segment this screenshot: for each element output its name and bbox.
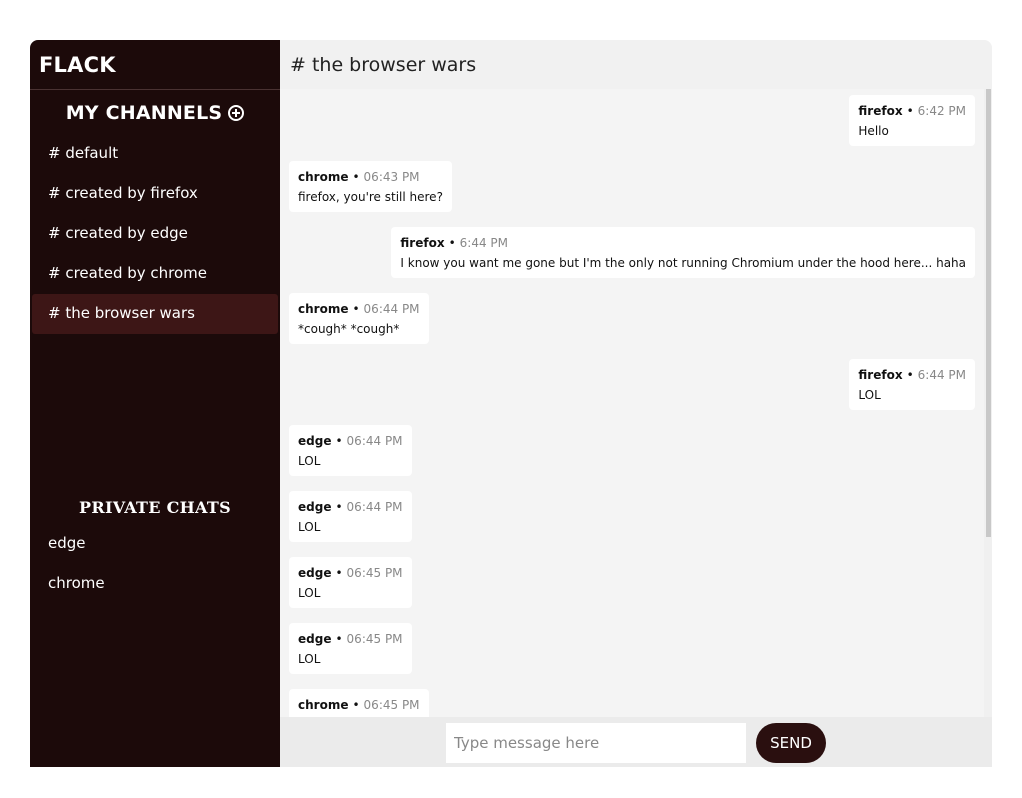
message-time: 06:45 PM xyxy=(346,632,403,646)
message-row: edge • 06:45 PM LOL xyxy=(289,617,975,683)
sidebar-channel-item[interactable]: # created by chrome xyxy=(32,254,278,294)
message-text: firefox, you're still here? xyxy=(298,190,443,204)
composer: SEND xyxy=(280,717,992,767)
sidebar: FLACK MY CHANNELS # default # created by … xyxy=(30,40,280,767)
separator-dot: • xyxy=(335,500,343,514)
message-text: LOL xyxy=(858,388,881,402)
sidebar-channel-item[interactable]: # created by edge xyxy=(32,214,278,254)
message-text: LOL xyxy=(298,520,321,534)
message-bubble: firefox • 6:44 PM I know you want me gone b… xyxy=(391,227,975,278)
message-author: firefox xyxy=(400,236,445,250)
message-text: *cough* *cough* xyxy=(298,322,400,336)
message-time: 6:44 PM xyxy=(917,368,966,382)
separator-dot: • xyxy=(448,236,456,250)
message-row: chrome • 06:44 PM *cough* *cough* xyxy=(289,287,975,353)
message-input[interactable] xyxy=(446,723,746,763)
message-row: chrome • 06:45 PM xyxy=(289,683,975,717)
message-meta: chrome • 06:44 PM xyxy=(298,302,420,316)
chat-main: # the browser wars firefox • 6:42 PM Hello c… xyxy=(280,40,992,767)
channel-title: # the browser wars xyxy=(280,40,992,89)
message-author: firefox xyxy=(858,368,903,382)
message-bubble: chrome • 06:44 PM *cough* *cough* xyxy=(289,293,429,344)
send-button[interactable]: SEND xyxy=(756,723,826,763)
message-meta: firefox • 6:42 PM xyxy=(858,104,966,118)
separator-dot: • xyxy=(906,368,914,382)
message-time: 06:44 PM xyxy=(346,434,403,448)
brand-logo: FLACK xyxy=(30,40,280,90)
message-time: 06:44 PM xyxy=(346,500,403,514)
message-author: chrome xyxy=(298,302,349,316)
message-bubble: chrome • 06:45 PM xyxy=(289,689,429,717)
message-author: chrome xyxy=(298,698,349,712)
separator-dot: • xyxy=(352,302,360,316)
separator-dot: • xyxy=(335,434,343,448)
message-row: firefox • 6:44 PM I know you want me gone b… xyxy=(289,221,975,287)
private-chat-list: edge chrome xyxy=(30,523,280,603)
message-time: 06:44 PM xyxy=(363,302,420,316)
message-row: edge • 06:45 PM LOL xyxy=(289,551,975,617)
message-meta: edge • 06:44 PM xyxy=(298,500,403,514)
message-time: 06:43 PM xyxy=(363,170,420,184)
message-bubble: edge • 06:45 PM LOL xyxy=(289,557,412,608)
message-author: edge xyxy=(298,632,332,646)
channel-list: # default # created by firefox # created b… xyxy=(30,134,280,334)
message-author: chrome xyxy=(298,170,349,184)
message-author: edge xyxy=(298,434,332,448)
separator-dot: • xyxy=(352,698,360,712)
private-chats-title: PRIVATE CHATS xyxy=(79,498,231,517)
sidebar-channel-item[interactable]: # default xyxy=(32,134,278,174)
scrollbar-thumb[interactable] xyxy=(986,89,991,537)
sidebar-channel-item[interactable]: # the browser wars xyxy=(32,294,278,334)
app-window: FLACK MY CHANNELS # default # created by … xyxy=(30,40,992,767)
message-text: LOL xyxy=(298,652,321,666)
message-meta: edge • 06:44 PM xyxy=(298,434,403,448)
add-channel-icon[interactable] xyxy=(228,105,245,121)
message-bubble: firefox • 6:44 PM LOL xyxy=(849,359,975,410)
channels-title: MY CHANNELS xyxy=(65,102,223,124)
message-text: LOL xyxy=(298,454,321,468)
channels-header: MY CHANNELS xyxy=(30,100,280,126)
separator-dot: • xyxy=(335,632,343,646)
message-author: edge xyxy=(298,566,332,580)
message-author: firefox xyxy=(858,104,903,118)
message-bubble: chrome • 06:43 PM firefox, you're still her… xyxy=(289,161,452,212)
message-bubble: edge • 06:44 PM LOL xyxy=(289,491,412,542)
message-time: 6:44 PM xyxy=(459,236,508,250)
message-bubble: firefox • 6:42 PM Hello xyxy=(849,95,975,146)
message-meta: edge • 06:45 PM xyxy=(298,566,403,580)
message-list: firefox • 6:42 PM Hello chrome • 06:43 PM firef… xyxy=(280,89,992,717)
message-meta: chrome • 06:45 PM xyxy=(298,698,420,712)
message-time: 06:45 PM xyxy=(363,698,420,712)
message-meta: firefox • 6:44 PM xyxy=(400,236,966,250)
message-row: edge • 06:44 PM LOL xyxy=(289,485,975,551)
message-text: Hello xyxy=(858,124,889,138)
message-author: edge xyxy=(298,500,332,514)
sidebar-channel-item[interactable]: # created by firefox xyxy=(32,174,278,214)
message-bubble: edge • 06:45 PM LOL xyxy=(289,623,412,674)
message-time: 06:45 PM xyxy=(346,566,403,580)
message-time: 6:42 PM xyxy=(917,104,966,118)
separator-dot: • xyxy=(906,104,914,118)
separator-dot: • xyxy=(352,170,360,184)
message-text: LOL xyxy=(298,586,321,600)
message-row: chrome • 06:43 PM firefox, you're still her… xyxy=(289,155,975,221)
message-row: edge • 06:44 PM LOL xyxy=(289,419,975,485)
separator-dot: • xyxy=(335,566,343,580)
message-bubble: edge • 06:44 PM LOL xyxy=(289,425,412,476)
private-chat-item[interactable]: chrome xyxy=(30,563,280,603)
message-meta: chrome • 06:43 PM xyxy=(298,170,443,184)
private-chat-item[interactable]: edge xyxy=(30,523,280,563)
message-text: I know you want me gone but I'm the only… xyxy=(400,256,966,270)
message-row: firefox • 6:42 PM Hello xyxy=(289,89,975,155)
message-meta: firefox • 6:44 PM xyxy=(858,368,966,382)
message-meta: edge • 06:45 PM xyxy=(298,632,403,646)
message-row: firefox • 6:44 PM LOL xyxy=(289,353,975,419)
